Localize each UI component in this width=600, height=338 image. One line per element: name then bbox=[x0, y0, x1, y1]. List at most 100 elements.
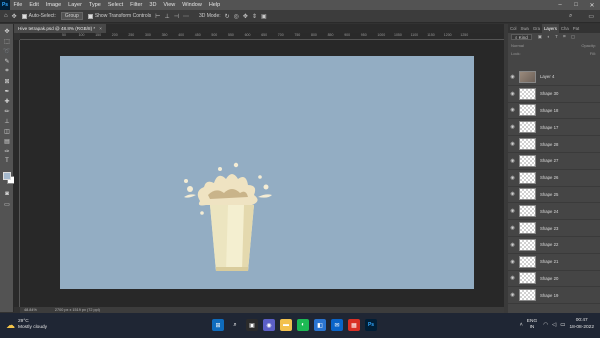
crop-tool-icon[interactable]: ⌗ bbox=[3, 67, 11, 75]
mail-icon[interactable]: ✉ bbox=[331, 319, 343, 331]
visibility-eye-icon[interactable]: ◉ bbox=[508, 225, 517, 231]
language-indicator[interactable]: ENG IN bbox=[527, 319, 537, 331]
align-center-icon[interactable]: ⊥ bbox=[164, 13, 169, 20]
search-icon[interactable]: ⌕ bbox=[569, 13, 572, 20]
menu-type[interactable]: Type bbox=[85, 2, 104, 8]
quick-mask-icon[interactable]: ◙ bbox=[3, 190, 11, 198]
fill-label[interactable]: Fill: bbox=[590, 51, 596, 56]
align-left-icon[interactable]: ⊢ bbox=[155, 13, 160, 20]
volume-icon[interactable]: ◁ bbox=[552, 322, 556, 328]
menu-select[interactable]: Select bbox=[104, 2, 126, 8]
tab-paths[interactable]: Pat bbox=[571, 24, 581, 33]
clone-stamp-tool-icon[interactable]: ⊥ bbox=[3, 117, 11, 125]
layer-row[interactable]: ◉ Shape 24 bbox=[508, 203, 600, 221]
menu-file[interactable]: File bbox=[10, 2, 26, 8]
layer-row[interactable]: ◉ Shape 30 bbox=[508, 86, 600, 103]
tab-gradients[interactable]: Gra bbox=[531, 24, 542, 33]
group-select-value[interactable]: Group bbox=[60, 12, 83, 20]
distribute-icon[interactable]: ⋯ bbox=[183, 13, 189, 20]
store-icon[interactable]: ◧ bbox=[314, 319, 326, 331]
visibility-eye-icon[interactable]: ◉ bbox=[508, 242, 517, 248]
close-tab-icon[interactable]: × bbox=[99, 26, 102, 31]
filter-icons[interactable]: ▣ ◐ T ⌗ ▢ bbox=[538, 34, 577, 40]
menu-edit[interactable]: Edit bbox=[26, 2, 42, 8]
scale-3d-icon[interactable]: ▣ bbox=[261, 13, 267, 20]
move-tool-icon[interactable]: ✥ bbox=[12, 13, 17, 20]
edge-icon[interactable]: ◐ bbox=[297, 319, 309, 331]
opacity-label[interactable]: Opacity: bbox=[581, 43, 596, 48]
screen-mode-icon[interactable]: ▭ bbox=[3, 200, 11, 208]
auto-select-checkbox[interactable]: Auto-Select: bbox=[21, 13, 56, 19]
visibility-eye-icon[interactable]: ◉ bbox=[508, 124, 517, 130]
tab-channels[interactable]: Cha bbox=[559, 24, 571, 33]
rotate-3d-icon[interactable]: ↻ bbox=[225, 13, 230, 20]
chat-icon[interactable]: ◉ bbox=[263, 319, 275, 331]
layer-row[interactable]: ◉ Shape 20 bbox=[508, 271, 600, 288]
pen-tool-icon[interactable]: ✑ bbox=[3, 147, 11, 155]
healing-brush-tool-icon[interactable]: ✚ bbox=[3, 97, 11, 105]
visibility-eye-icon[interactable]: ◉ bbox=[508, 259, 517, 265]
visibility-eye-icon[interactable]: ◉ bbox=[508, 107, 517, 113]
eyedropper-tool-icon[interactable]: ✒ bbox=[3, 87, 11, 95]
start-icon[interactable]: ⊞ bbox=[212, 319, 224, 331]
layer-row[interactable]: ◉ Shape 19 bbox=[508, 287, 600, 305]
minimize-icon[interactable]: – bbox=[552, 0, 568, 10]
frame-tool-icon[interactable]: ⊠ bbox=[3, 77, 11, 85]
roll-3d-icon[interactable]: ◎ bbox=[234, 13, 239, 20]
checkbox-icon[interactable] bbox=[21, 13, 27, 19]
brush-tool-icon[interactable]: ✏ bbox=[3, 107, 11, 115]
layer-row[interactable]: ◉ Shape 28 bbox=[508, 136, 600, 153]
blend-mode-select[interactable]: Normal bbox=[511, 43, 524, 48]
document-canvas[interactable] bbox=[60, 56, 474, 289]
drag-3d-icon[interactable]: ✥ bbox=[243, 13, 248, 20]
layer-row[interactable]: ◉ Shape 27 bbox=[508, 153, 600, 170]
photoshop-taskbar-icon[interactable]: Ps bbox=[365, 319, 377, 331]
menu-filter[interactable]: Filter bbox=[127, 2, 146, 8]
foreground-color-swatch[interactable] bbox=[3, 172, 11, 180]
type-tool-icon[interactable]: T bbox=[3, 157, 11, 165]
visibility-eye-icon[interactable]: ◉ bbox=[508, 141, 517, 147]
workspace-icon[interactable]: ▭ bbox=[588, 13, 594, 20]
close-icon[interactable]: ✕ bbox=[584, 0, 600, 10]
canvas-workspace[interactable] bbox=[20, 40, 504, 307]
layer-filter-select[interactable]: ⌕ Kind bbox=[511, 34, 532, 40]
layer-row[interactable]: ◉ Shape 26 bbox=[508, 170, 600, 187]
tab-swatches[interactable]: Swa bbox=[518, 24, 530, 33]
gradient-tool-icon[interactable]: ▤ bbox=[3, 137, 11, 145]
task-view-icon[interactable]: ▣ bbox=[246, 319, 258, 331]
tab-layers[interactable]: Layers bbox=[541, 24, 559, 33]
group-select[interactable]: Group bbox=[60, 12, 83, 20]
home-icon[interactable]: ⌂ bbox=[4, 13, 8, 19]
document-tab[interactable]: Hive tetrapak.psd @ 48.8% (RGB/8) * × bbox=[14, 24, 106, 33]
visibility-eye-icon[interactable]: ◉ bbox=[508, 275, 517, 281]
menu-help[interactable]: Help bbox=[205, 2, 223, 8]
transform-controls-checkbox[interactable]: Show Transform Controls bbox=[87, 13, 151, 19]
layer-row[interactable]: ◉ Shape 21 bbox=[508, 254, 600, 271]
marquee-tool-icon[interactable]: ⬚ bbox=[3, 37, 11, 45]
horizontal-ruler[interactable]: 50 100 150 200 250 300 350 400 450 500 550 600 650 70… bbox=[20, 33, 504, 40]
maximize-icon[interactable]: □ bbox=[568, 0, 584, 10]
eraser-tool-icon[interactable]: ◫ bbox=[3, 127, 11, 135]
layer-row[interactable]: ◉ Shape 22 bbox=[508, 237, 600, 254]
layer-row[interactable]: ◉ Shape 17 bbox=[508, 119, 600, 137]
visibility-eye-icon[interactable]: ◉ bbox=[508, 208, 517, 214]
menu-view[interactable]: View bbox=[160, 2, 179, 8]
tab-color[interactable]: Col bbox=[508, 24, 518, 33]
layer-row[interactable]: ◉ Shape 25 bbox=[508, 187, 600, 204]
battery-icon[interactable]: ▭ bbox=[560, 322, 565, 328]
quick-select-tool-icon[interactable]: ✎ bbox=[3, 57, 11, 65]
menu-layer[interactable]: Layer bbox=[65, 2, 86, 8]
visibility-eye-icon[interactable]: ◉ bbox=[508, 74, 517, 80]
visibility-eye-icon[interactable]: ◉ bbox=[508, 292, 517, 298]
weather-widget[interactable]: ☁ 29°C Mostly cloudy bbox=[6, 319, 47, 331]
layer-row[interactable]: ◉ Shape 18 bbox=[508, 103, 600, 120]
align-right-icon[interactable]: ⊣ bbox=[174, 13, 179, 20]
visibility-eye-icon[interactable]: ◉ bbox=[508, 158, 517, 164]
menu-image[interactable]: Image bbox=[42, 2, 64, 8]
search-icon[interactable]: ⌕ bbox=[229, 319, 241, 331]
zoom-level[interactable]: 48.84% bbox=[24, 308, 37, 312]
move-tool-icon[interactable]: ✥ bbox=[3, 27, 11, 35]
layer-row[interactable]: ◉ Shape 23 bbox=[508, 220, 600, 237]
menu-3d[interactable]: 3D bbox=[146, 2, 160, 8]
wifi-icon[interactable]: ◠ bbox=[543, 322, 548, 328]
